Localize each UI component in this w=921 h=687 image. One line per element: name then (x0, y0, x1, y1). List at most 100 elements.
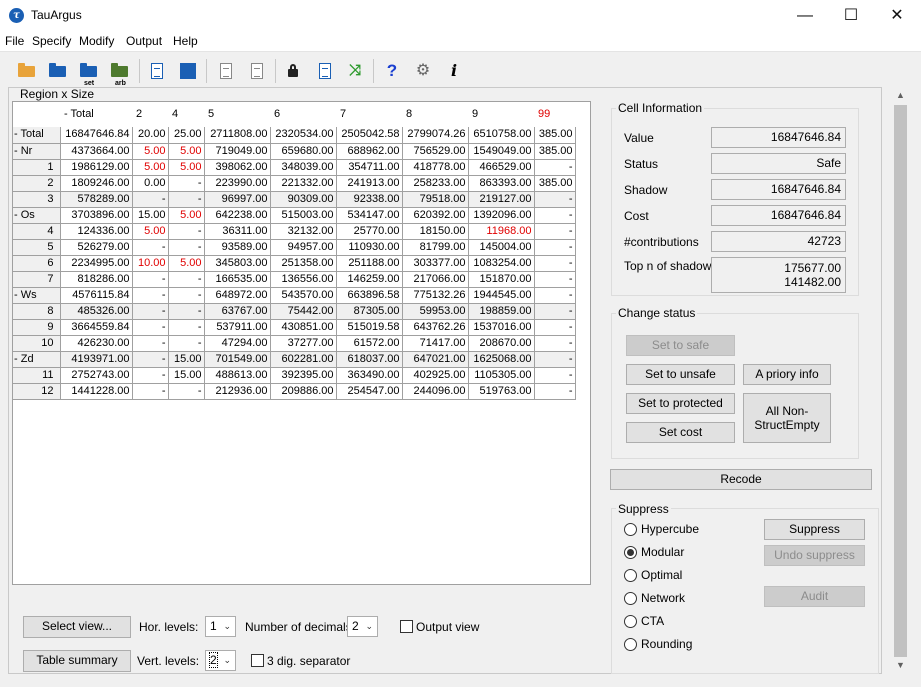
table-cell[interactable]: 1986129.00 (60, 159, 133, 176)
table-cell[interactable]: 4576115.84 (60, 287, 133, 304)
table-cell[interactable]: 4193971.00 (60, 351, 133, 368)
table-cell[interactable]: - (534, 335, 576, 352)
row-label[interactable]: - Ws (13, 287, 61, 304)
table-cell[interactable]: 87305.00 (336, 303, 403, 320)
column-header[interactable]: 5 (204, 102, 270, 127)
table-row[interactable]: 8 485326.00- -63767.00 75442.00 87305.00 5995… (13, 303, 576, 320)
decimals-select[interactable]: 2 ⌄ (347, 616, 378, 637)
table-cell[interactable]: 1083254.00 (468, 255, 535, 272)
row-label[interactable]: 2 (13, 175, 61, 192)
menu-help[interactable]: Help (173, 34, 198, 48)
table-cell[interactable]: 5.00 (132, 159, 169, 176)
lock-icon[interactable] (282, 60, 304, 82)
table-cell[interactable]: 79518.00 (402, 191, 469, 208)
radio-cta[interactable] (624, 615, 637, 628)
table-cell[interactable]: 363490.00 (336, 367, 403, 384)
table-cell[interactable]: - (168, 335, 205, 352)
table-grid-area[interactable]: - Total 2 4 5 6 7 8 9 99- Total 16847646.84 20.00 2… (12, 101, 591, 585)
table-cell[interactable]: 392395.00 (270, 367, 337, 384)
undo-suppress-button[interactable]: Undo suppress (764, 545, 865, 566)
table-cell[interactable]: 1809246.00 (60, 175, 133, 192)
table-cell[interactable]: 18150.00 (402, 223, 469, 240)
scroll-down-icon[interactable]: ▼ (892, 657, 909, 674)
row-label[interactable]: 1 (13, 159, 61, 176)
row-label[interactable]: - Zd (13, 351, 61, 368)
table-cell[interactable]: 15.00 (168, 351, 205, 368)
table-cell[interactable]: 110930.00 (336, 239, 403, 256)
table-cell[interactable]: 37277.00 (270, 335, 337, 352)
table-cell[interactable]: 5.00 (168, 159, 205, 176)
column-header[interactable]: 99 (534, 102, 575, 127)
table-row[interactable]: 10 426230.00- -47294.00 37277.00 61572.00 714… (13, 335, 576, 352)
column-header[interactable]: - Total (60, 102, 132, 127)
table-cell[interactable]: 258233.00 (402, 175, 469, 192)
table-cell[interactable]: 345803.00 (204, 255, 271, 272)
table-cell[interactable]: - (534, 223, 576, 240)
table-cell[interactable]: 217066.00 (402, 271, 469, 288)
table-row[interactable]: 9 3664559.84- -537911.00 430851.00 515019.58… (13, 319, 576, 336)
table-cell[interactable]: 663896.58 (336, 287, 403, 304)
table-summary-button[interactable]: Table summary (23, 650, 131, 672)
table-cell[interactable]: - (132, 335, 169, 352)
row-label[interactable]: 7 (13, 271, 61, 288)
search-doc-icon[interactable] (314, 60, 336, 82)
radio-optimal[interactable] (624, 569, 637, 582)
table-cell[interactable]: 198859.00 (468, 303, 535, 320)
table-cell[interactable]: 223990.00 (204, 175, 271, 192)
table-row[interactable]: - Zd 4193971.00-15.00 701549.00 602281.00 61… (13, 351, 576, 368)
table-cell[interactable]: 578289.00 (60, 191, 133, 208)
data-table[interactable]: - Total 2 4 5 6 7 8 9 99- Total 16847646.84 20.00 2… (13, 102, 576, 400)
table-cell[interactable]: 166535.00 (204, 271, 271, 288)
table-cell[interactable]: 5.00 (132, 223, 169, 240)
row-label[interactable]: - Nr (13, 143, 61, 160)
radio-label-network[interactable]: Network (641, 591, 685, 605)
table-cell[interactable]: 25.00 (168, 127, 205, 144)
table-cell[interactable]: 466529.00 (468, 159, 535, 176)
set-to-protected-button[interactable]: Set to protected (626, 393, 735, 414)
table-cell[interactable]: 3664559.84 (60, 319, 133, 336)
recode-button[interactable]: Recode (610, 469, 872, 490)
shuffle-icon[interactable]: ⤨ (344, 60, 366, 82)
table-cell[interactable]: 1392096.00 (468, 207, 535, 224)
table-cell[interactable]: 385.00 (534, 175, 576, 192)
table-row[interactable]: 2 1809246.00 0.00-223990.00 221332.00 241913… (13, 175, 576, 192)
table-cell[interactable]: 602281.00 (270, 351, 337, 368)
row-label[interactable]: 10 (13, 335, 61, 352)
table-cell[interactable]: 818286.00 (60, 271, 133, 288)
view-report-icon[interactable] (146, 60, 168, 82)
column-header[interactable]: 9 (468, 102, 534, 127)
column-header[interactable]: 4 (168, 102, 204, 127)
table-cell[interactable]: - (168, 287, 205, 304)
table-cell[interactable]: 90309.00 (270, 191, 337, 208)
radio-label-hypercube[interactable]: Hypercube (641, 522, 699, 536)
help-icon[interactable]: ? (381, 60, 403, 82)
table-cell[interactable]: - (132, 287, 169, 304)
menu-specify[interactable]: Specify (32, 34, 71, 48)
table-cell[interactable]: - (132, 303, 169, 320)
table-cell[interactable]: 244096.00 (402, 383, 469, 400)
set-cost-button[interactable]: Set cost (626, 422, 735, 443)
table-cell[interactable]: - (534, 303, 576, 320)
table-cell[interactable]: - (132, 191, 169, 208)
table-cell[interactable]: 94957.00 (270, 239, 337, 256)
table-cell[interactable]: - (168, 383, 205, 400)
table-cell[interactable]: - (534, 287, 576, 304)
table-cell[interactable]: 863393.00 (468, 175, 535, 192)
table-cell[interactable]: 251188.00 (336, 255, 403, 272)
table-cell[interactable]: 648972.00 (204, 287, 271, 304)
table-cell[interactable]: 537911.00 (204, 319, 271, 336)
scroll-up-icon[interactable]: ▲ (892, 87, 909, 104)
table-cell[interactable]: - (534, 239, 576, 256)
table-row[interactable]: 11 2752743.00-15.00 488613.00 392395.00 3634… (13, 367, 576, 384)
table-cell[interactable]: 418778.00 (402, 159, 469, 176)
table-cell[interactable]: 15.00 (168, 367, 205, 384)
table-cell[interactable]: 36311.00 (204, 223, 271, 240)
table-row[interactable]: 1 1986129.00 5.00 5.00 398062.00 348039.00 354… (13, 159, 576, 176)
open-batch-icon[interactable] (47, 60, 69, 82)
row-label[interactable]: - Os (13, 207, 61, 224)
table-cell[interactable]: 136556.00 (270, 271, 337, 288)
table-cell[interactable]: 221332.00 (270, 175, 337, 192)
table-row[interactable]: 12 1441228.00- -212936.00 209886.00 254547.0… (13, 383, 576, 400)
table-cell[interactable]: 426230.00 (60, 335, 133, 352)
suppress-button[interactable]: Suppress (764, 519, 865, 540)
